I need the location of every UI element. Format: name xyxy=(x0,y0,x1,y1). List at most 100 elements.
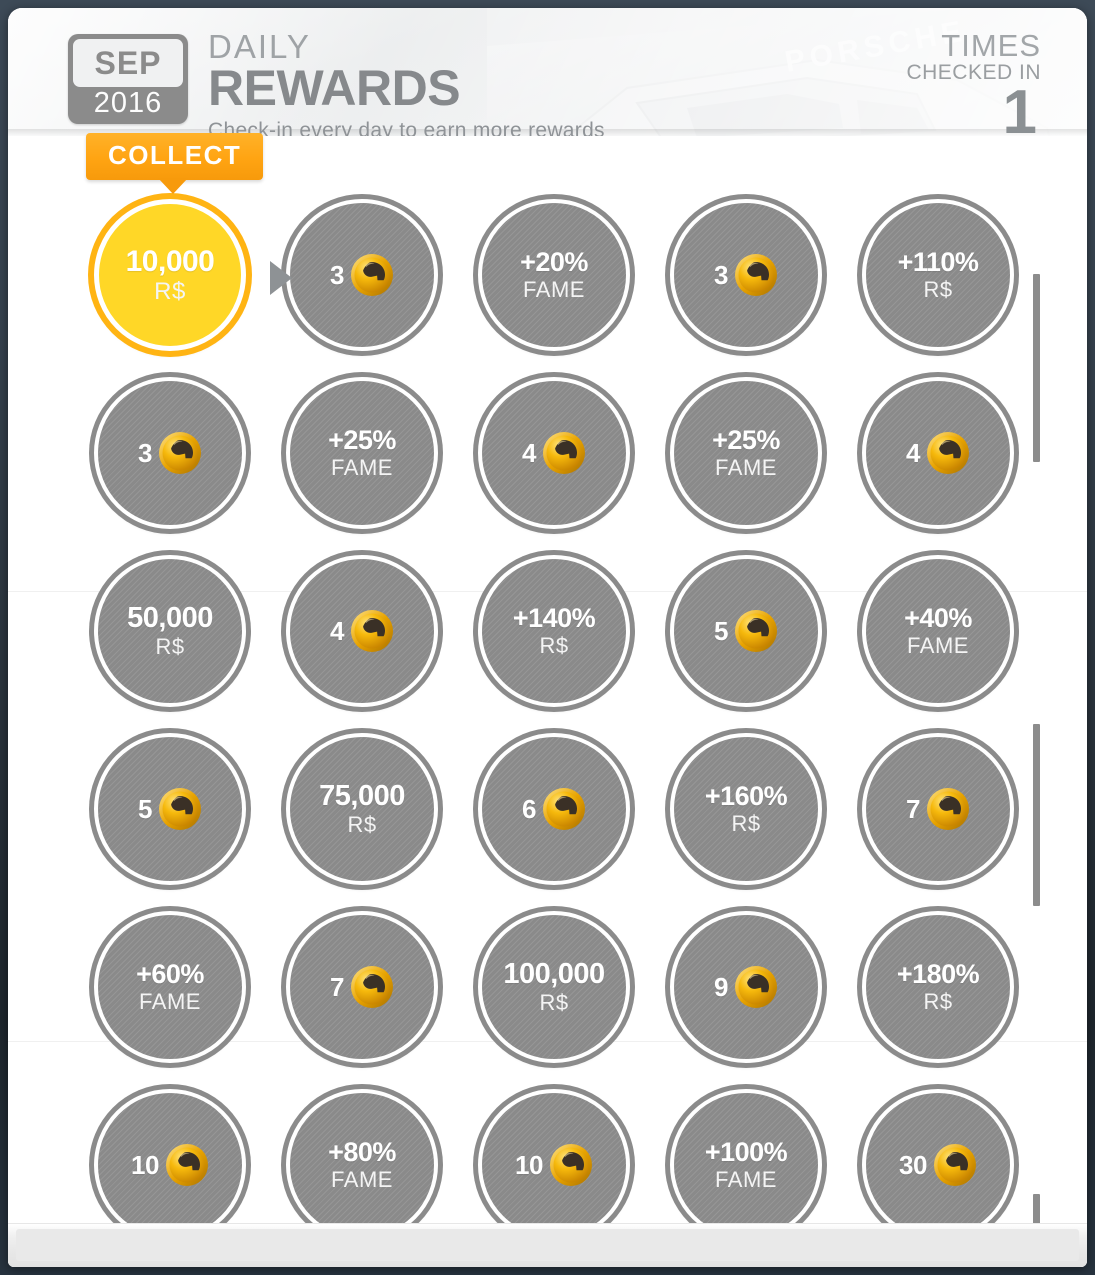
reward-cell: 7 xyxy=(862,733,1020,891)
date-year: 2016 xyxy=(93,87,163,119)
reward-badge-locked: 100,000 R$ xyxy=(478,911,630,1063)
reward-value-row: +100% xyxy=(704,1137,788,1167)
reward-value-row: +20% xyxy=(520,249,588,276)
checkin-count-value: 1 xyxy=(1002,78,1037,136)
reward-value-row: 10 xyxy=(131,1143,209,1187)
reward-amount: 4 xyxy=(330,616,344,646)
reward-amount: +40% xyxy=(904,603,972,633)
helmet-coin-icon xyxy=(158,432,201,474)
reward-badge-locked: 9 xyxy=(670,911,822,1063)
reward-amount: 10 xyxy=(515,1150,543,1180)
reward-badge-locked: 5 xyxy=(670,555,822,707)
reward-badge-locked: +110% R$ xyxy=(862,199,1014,351)
helmet-coin-icon xyxy=(734,610,777,652)
helmet-coin-wrapper xyxy=(734,253,778,297)
reward-value-row: 4 xyxy=(330,609,394,653)
reward-unit: R$ xyxy=(154,277,186,305)
reward-cell: 7 xyxy=(286,911,444,1069)
reward-value-row: 50,000 xyxy=(127,604,213,633)
reward-amount: 4 xyxy=(522,438,536,468)
reward-badge-content: 4 xyxy=(290,609,434,653)
reward-badge-locked: +140% R$ xyxy=(478,555,630,707)
reward-badge-content: +25% FAME xyxy=(290,427,434,479)
footer-bar xyxy=(16,1229,1079,1261)
reward-cell: +40% FAME xyxy=(862,555,1020,713)
helmet-coin-wrapper xyxy=(158,431,202,475)
reward-cell: 100,000 R$ xyxy=(478,911,636,1069)
reward-badge-locked: 6 xyxy=(478,733,630,885)
reward-amount: +160% xyxy=(704,781,788,811)
helmet-coin-icon xyxy=(350,966,393,1008)
reward-badge-locked: 5 xyxy=(94,733,246,885)
reward-badge-content: 50,000 R$ xyxy=(98,604,242,658)
helmet-coin-icon xyxy=(542,788,585,830)
reward-badge-content: +25% FAME xyxy=(674,427,818,479)
reward-badge-content: 5 xyxy=(98,787,242,831)
reward-unit: FAME xyxy=(715,455,777,480)
reward-cell: 4 xyxy=(478,377,636,535)
reward-unit: R$ xyxy=(923,277,953,302)
page-header: PORSCHE SEP 2016 DAILY REWARDS Check-in … xyxy=(8,8,1087,136)
reward-cell: 4 xyxy=(862,377,1020,535)
helmet-coin-wrapper xyxy=(542,431,586,475)
reward-badge-locked: +60% FAME xyxy=(94,911,246,1063)
reward-badge-locked: +20% FAME xyxy=(478,199,630,351)
reward-amount: 7 xyxy=(330,972,344,1002)
reward-value-row: 6 xyxy=(522,787,586,831)
reward-badge-locked: 4 xyxy=(862,377,1014,529)
reward-badge-locked: 75,000 R$ xyxy=(286,733,438,885)
collect-tooltip[interactable]: COLLECT xyxy=(86,133,264,194)
reward-badge-locked: +180% R$ xyxy=(862,911,1014,1063)
reward-badge-content: 9 xyxy=(674,965,818,1009)
reward-badge-locked: 3 xyxy=(94,377,246,529)
reward-badge-locked: +80% FAME xyxy=(286,1089,438,1241)
helmet-coin-icon xyxy=(926,432,969,474)
reward-cell: 5 xyxy=(94,733,252,891)
reward-amount: 4 xyxy=(906,438,920,468)
helmet-coin-wrapper xyxy=(350,253,394,297)
helmet-coin-icon xyxy=(158,788,201,830)
reward-badge-content: 5 xyxy=(674,609,818,653)
reward-amount: 3 xyxy=(138,438,152,468)
reward-value-row: +25% xyxy=(712,427,780,454)
reward-cell: +25% FAME xyxy=(286,377,444,535)
reward-amount: +60% xyxy=(136,959,204,989)
reward-amount: 7 xyxy=(906,794,920,824)
reward-badge-content: +180% R$ xyxy=(866,961,1010,1013)
helmet-coin-icon xyxy=(350,610,393,652)
reward-cell: +110% R$ xyxy=(862,199,1020,357)
reward-value-row: +60% xyxy=(136,961,204,988)
reward-badge-locked: +25% FAME xyxy=(670,377,822,529)
helmet-coin-wrapper xyxy=(734,965,778,1009)
reward-cell: 3 xyxy=(286,199,444,357)
page-title: DAILY REWARDS Check-in every day to earn… xyxy=(208,30,605,136)
reward-value-row: 4 xyxy=(522,431,586,475)
reward-amount: 10 xyxy=(131,1150,159,1180)
reward-badge-active[interactable]: 10,000 R$ xyxy=(94,199,246,351)
reward-badge-locked: +40% FAME xyxy=(862,555,1014,707)
helmet-coin-icon xyxy=(734,254,777,296)
reward-cell: +180% R$ xyxy=(862,911,1020,1069)
reward-value-row: 75,000 xyxy=(319,782,405,811)
helmet-coin-wrapper xyxy=(542,787,586,831)
reward-value-row: 7 xyxy=(906,787,970,831)
date-month: SEP xyxy=(73,39,183,87)
reward-badge-locked: 10 xyxy=(94,1089,246,1241)
reward-cell: 75,000 R$ xyxy=(286,733,444,891)
reward-badge-content: 7 xyxy=(866,787,1010,831)
reward-amount: 10,000 xyxy=(125,244,215,278)
reward-amount: 5 xyxy=(138,794,152,824)
reward-badge-content: 10 xyxy=(98,1143,242,1187)
helmet-coin-wrapper xyxy=(926,431,970,475)
reward-badge-content: +40% FAME xyxy=(866,605,1010,657)
reward-amount: +100% xyxy=(704,1137,788,1167)
title-eyebrow: DAILY xyxy=(208,28,311,65)
reward-badge-content: +100% FAME xyxy=(674,1139,818,1191)
reward-amount: +25% xyxy=(328,425,396,455)
reward-value-row: +80% xyxy=(328,1139,396,1166)
collect-button[interactable]: COLLECT xyxy=(86,133,264,180)
reward-unit: FAME xyxy=(331,455,393,480)
reward-cell: +140% R$ xyxy=(478,555,636,713)
reward-cell: +60% FAME xyxy=(94,911,252,1069)
reward-value-row: +140% xyxy=(513,605,596,632)
